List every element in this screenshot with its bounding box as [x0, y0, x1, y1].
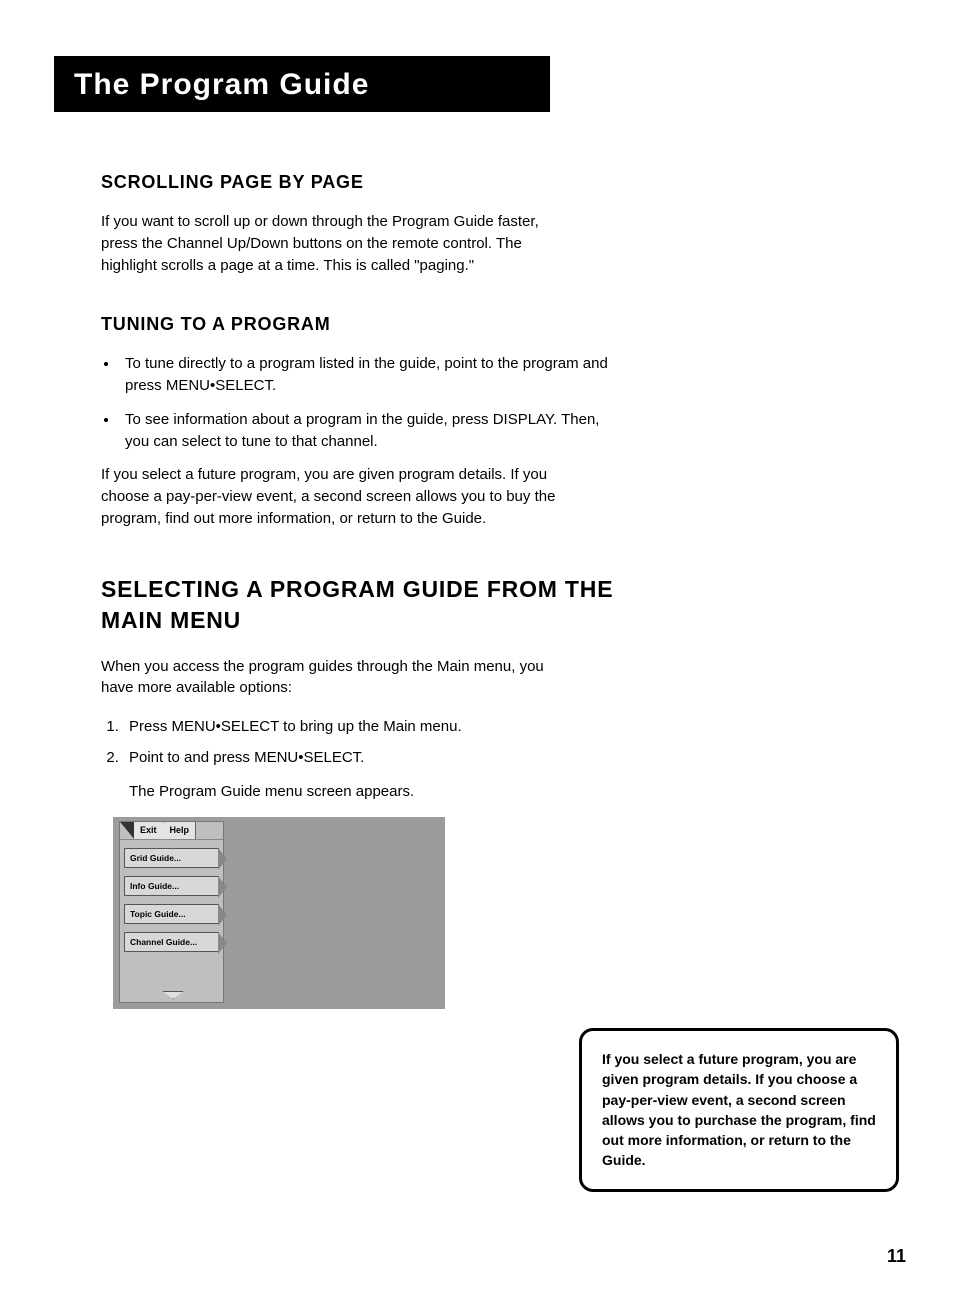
menu-item-grid-guide[interactable]: Grid Guide... [124, 848, 219, 868]
tab-exit[interactable]: Exit [134, 822, 164, 839]
step-text: Point to and press MENU•SELECT. [129, 749, 364, 766]
chevron-down-icon[interactable] [162, 991, 184, 999]
step-note: The Program Guide menu screen appears. [129, 780, 623, 803]
bullet-item: To tune directly to a program listed in … [119, 353, 619, 397]
bullet-item: To see information about a program in th… [119, 409, 619, 453]
callout-box: If you select a future program, you are … [579, 1028, 899, 1192]
menu-panel: Exit Help Grid Guide... Info Guide... To… [119, 821, 224, 1003]
para-selecting-intro: When you access the program guides throu… [101, 656, 571, 700]
tuning-bullets: To tune directly to a program listed in … [119, 353, 619, 452]
selecting-steps: Press MENU•SELECT to bring up the Main m… [123, 715, 623, 803]
para-tuning-after: If you select a future program, you are … [101, 464, 571, 529]
para-scrolling: If you want to scroll up or down through… [101, 211, 571, 276]
step-item: Press MENU•SELECT to bring up the Main m… [123, 715, 623, 738]
menu-item-channel-guide[interactable]: Channel Guide... [124, 932, 219, 952]
tab-row: Exit Help [120, 822, 223, 840]
heading-selecting: Selecting a Program Guide from the Main … [101, 574, 631, 636]
menu-item-info-guide[interactable]: Info Guide... [124, 876, 219, 896]
menu-item-topic-guide[interactable]: Topic Guide... [124, 904, 219, 924]
step-item: Point to and press MENU•SELECT. The Prog… [123, 746, 623, 803]
page-title: The Program Guide [74, 68, 530, 102]
title-bar: The Program Guide [54, 56, 550, 112]
page-number: 11 [887, 1246, 906, 1267]
heading-scrolling: Scrolling Page by Page [101, 172, 631, 193]
corner-glyph [120, 822, 134, 839]
tab-help[interactable]: Help [164, 822, 197, 839]
heading-tuning: Tuning to a Program [101, 314, 631, 335]
main-content: Scrolling Page by Page If you want to sc… [101, 172, 631, 1009]
menu-screenshot: Exit Help Grid Guide... Info Guide... To… [113, 817, 445, 1009]
